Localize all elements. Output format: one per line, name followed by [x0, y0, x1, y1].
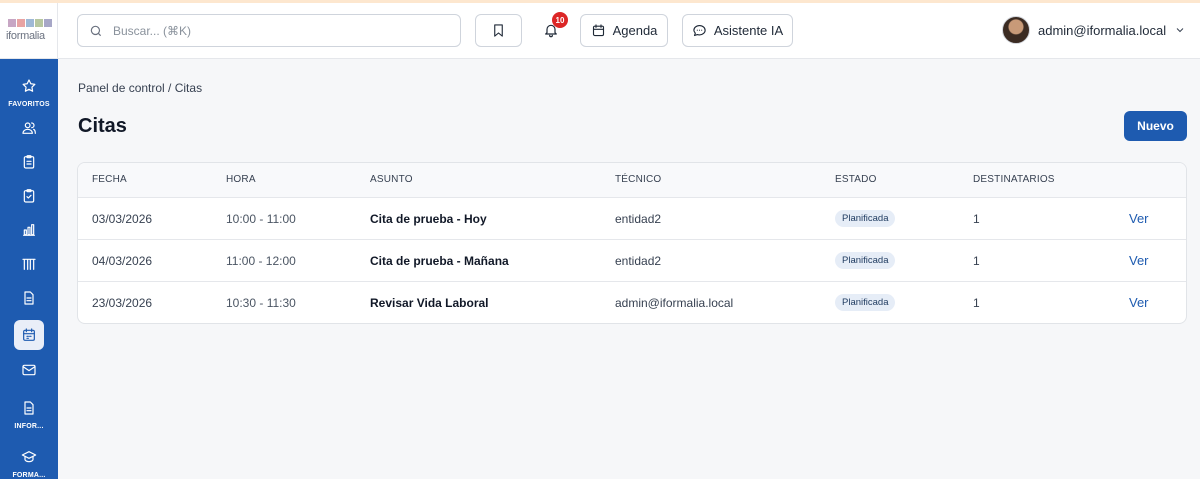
- table-header: FECHA HORA ASUNTO TÉCNICO ESTADO DESTINA…: [78, 163, 1186, 198]
- columns-icon: [22, 258, 36, 270]
- sidebar-item-formacion[interactable]: FORMA...: [0, 442, 58, 479]
- graduation-cap-icon: [21, 451, 37, 463]
- bar-chart-icon: [23, 224, 35, 236]
- citas-table: FECHA HORA ASUNTO TÉCNICO ESTADO DESTINA…: [77, 162, 1187, 324]
- agenda-button[interactable]: Agenda: [580, 14, 668, 47]
- cell-fecha: 03/03/2026: [92, 212, 153, 226]
- cell-tecnico: entidad2: [615, 212, 662, 226]
- search-input[interactable]: [113, 23, 433, 38]
- bookmark-icon: [494, 24, 503, 37]
- users-icon: [22, 122, 36, 134]
- cell-fecha: 23/03/2026: [92, 296, 153, 310]
- sidebar-item-columns[interactable]: [0, 249, 58, 279]
- status-badge: Planificada: [835, 210, 896, 227]
- agenda-button-label: Agenda: [612, 23, 658, 38]
- page-title: Citas: [78, 115, 127, 137]
- status-badge: Planificada: [835, 252, 896, 269]
- view-link[interactable]: Ver: [1129, 211, 1149, 226]
- search-box[interactable]: [77, 14, 461, 47]
- cell-tecnico: entidad2: [615, 254, 662, 268]
- assistant-button-label: Asistente IA: [713, 23, 784, 38]
- cell-destinatarios: 1: [973, 254, 980, 268]
- cell-hora: 10:30 - 11:30: [226, 296, 296, 310]
- logo-text: iformalia: [6, 30, 45, 42]
- column-header-asunto[interactable]: ASUNTO: [370, 174, 413, 185]
- sidebar-item-mail[interactable]: [0, 355, 58, 385]
- new-button[interactable]: Nuevo: [1124, 111, 1187, 141]
- avatar: [1002, 16, 1030, 44]
- report-icon: [24, 401, 34, 415]
- table-row[interactable]: 23/03/2026 10:30 - 11:30 Revisar Vida La…: [78, 282, 1186, 323]
- user-name: admin@iformalia.local: [1038, 22, 1167, 38]
- table-row[interactable]: 04/03/2026 11:00 - 12:00 Cita de prueba …: [78, 240, 1186, 282]
- sidebar-nav: FAVORITOS INFOR... FORMA...: [0, 59, 58, 479]
- sidebar-item-favoritos[interactable]: FAVORITOS: [0, 71, 58, 108]
- cell-hora: 11:00 - 12:00: [226, 254, 296, 268]
- notification-badge: 10: [552, 12, 568, 28]
- sidebar-item-users[interactable]: [0, 113, 58, 143]
- sidebar-item-clipboard-check[interactable]: [0, 181, 58, 211]
- calendar-icon: [592, 24, 604, 37]
- view-link[interactable]: Ver: [1129, 295, 1149, 310]
- sidebar: iformalia FAVORITOS INFOR... FORMA...: [0, 3, 58, 479]
- table-row[interactable]: 03/03/2026 10:00 - 11:00 Cita de prueba …: [78, 198, 1186, 240]
- clipboard-check-icon: [23, 189, 35, 203]
- column-header-hora[interactable]: HORA: [226, 174, 256, 185]
- search-icon: [90, 25, 102, 36]
- sidebar-item-label: FORMA...: [12, 472, 46, 479]
- assistant-button[interactable]: Asistente IA: [682, 14, 793, 47]
- user-menu[interactable]: admin@iformalia.local: [1002, 16, 1186, 44]
- chevron-down-icon: [1176, 28, 1184, 33]
- view-link[interactable]: Ver: [1129, 253, 1149, 268]
- cell-hora: 10:00 - 11:00: [226, 212, 296, 226]
- column-header-fecha[interactable]: FECHA: [92, 174, 127, 185]
- sidebar-item-clipboard[interactable]: [0, 147, 58, 177]
- calendar-icon: [23, 328, 35, 341]
- sidebar-item-charts[interactable]: [0, 215, 58, 245]
- logo[interactable]: iformalia: [0, 3, 58, 59]
- document-icon: [24, 291, 34, 305]
- bookmark-button[interactable]: [475, 14, 522, 47]
- cell-asunto: Cita de prueba - Mañana: [370, 254, 509, 268]
- sidebar-item-label: INFOR...: [14, 423, 44, 430]
- column-header-estado[interactable]: ESTADO: [835, 174, 877, 185]
- topbar: 10 Agenda Asistente IA admin@iformalia.l…: [58, 3, 1200, 59]
- logo-tiles: [8, 19, 52, 27]
- status-badge: Planificada: [835, 294, 896, 311]
- cell-tecnico: admin@iformalia.local: [615, 296, 734, 310]
- sidebar-item-label: FAVORITOS: [8, 101, 50, 108]
- cell-fecha: 04/03/2026: [92, 254, 153, 268]
- column-header-destinatarios[interactable]: DESTINATARIOS: [973, 174, 1055, 185]
- mail-icon: [22, 364, 36, 376]
- chat-bubble-icon: [693, 24, 706, 37]
- star-icon: [22, 79, 36, 92]
- cell-destinatarios: 1: [973, 296, 980, 310]
- sidebar-item-documents[interactable]: [0, 283, 58, 313]
- cell-asunto: Cita de prueba - Hoy: [370, 212, 487, 226]
- cell-asunto: Revisar Vida Laboral: [370, 296, 489, 310]
- column-header-tecnico[interactable]: TÉCNICO: [615, 174, 661, 185]
- sidebar-item-citas[interactable]: [0, 320, 58, 350]
- sidebar-item-informes[interactable]: INFOR...: [0, 393, 58, 430]
- clipboard-icon: [23, 155, 35, 169]
- cell-destinatarios: 1: [973, 212, 980, 226]
- breadcrumb: Panel de control / Citas: [78, 81, 203, 95]
